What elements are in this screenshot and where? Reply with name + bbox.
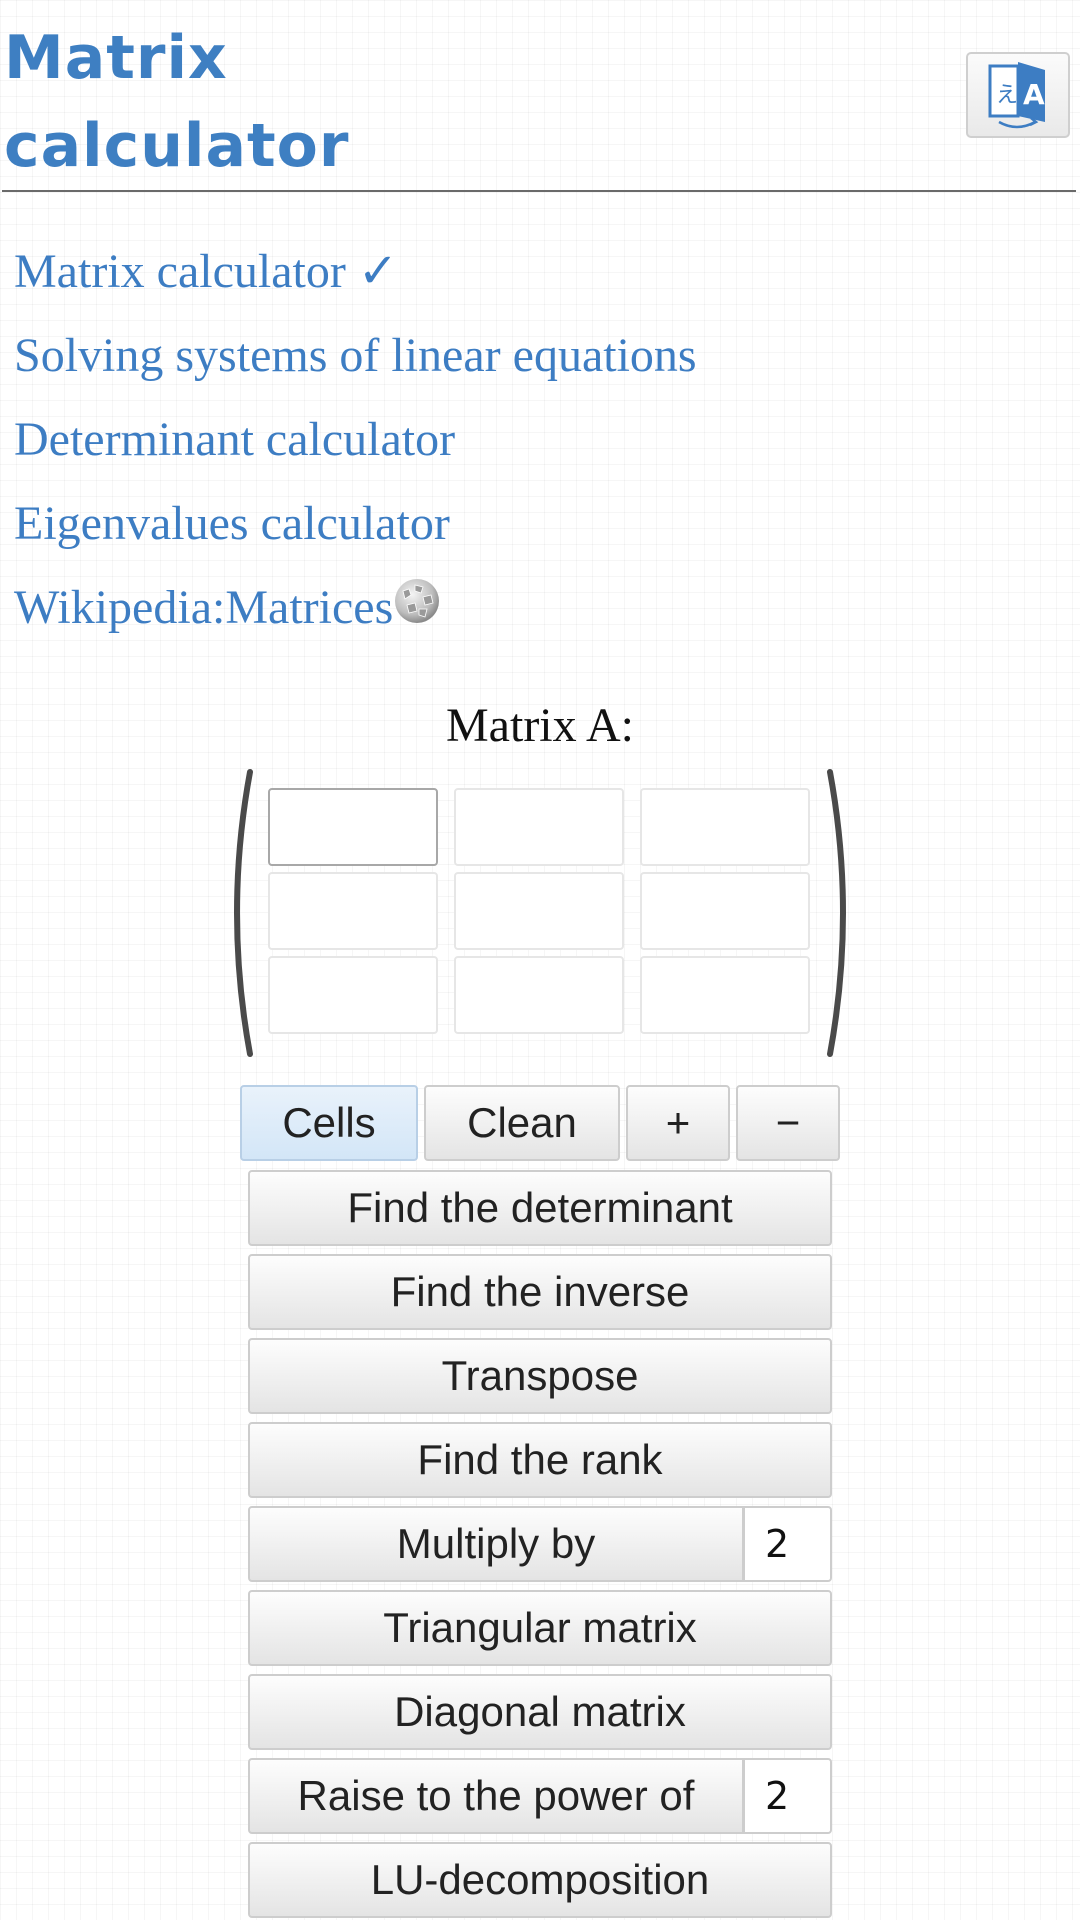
nav-link-wikipedia-label: Wikipedia:Matrices	[14, 581, 394, 634]
page: Matrix calculator え A Matrix calculator …	[0, 0, 1080, 1920]
matrix-cell[interactable]	[454, 788, 624, 866]
wikipedia-globe-icon	[393, 568, 441, 652]
matrix-cell[interactable]	[454, 956, 624, 1034]
remove-size-button[interactable]: −	[736, 1085, 840, 1161]
matrix-a	[226, 768, 854, 1058]
op-row: Multiply by 2	[248, 1506, 832, 1582]
matrix-cell[interactable]	[268, 872, 438, 950]
translate-icon: え A	[988, 62, 1045, 129]
op-row: Find the inverse	[248, 1254, 832, 1330]
diagonal-matrix-button[interactable]: Diagonal matrix	[248, 1674, 832, 1750]
cells-button[interactable]: Cells	[240, 1085, 418, 1161]
matrix-cell[interactable]	[268, 956, 438, 1034]
transpose-button[interactable]: Transpose	[248, 1338, 832, 1414]
nav-link-eigenvalues[interactable]: Eigenvalues calculator	[14, 482, 1064, 566]
title-line-1: Matrix	[4, 23, 228, 93]
matrix-cell[interactable]	[268, 788, 438, 866]
op-row: Triangular matrix	[248, 1590, 832, 1666]
page-title: Matrix calculator	[4, 14, 764, 190]
clean-button[interactable]: Clean	[424, 1085, 620, 1161]
op-row: Diagonal matrix	[248, 1674, 832, 1750]
right-parenthesis	[827, 769, 846, 1057]
op-row: Transpose	[248, 1338, 832, 1414]
matrix-cell[interactable]	[454, 872, 624, 950]
nav-link-linear-equations[interactable]: Solving systems of linear equations	[14, 314, 1064, 398]
multiply-by-button[interactable]: Multiply by	[248, 1506, 744, 1582]
matrix-cell[interactable]	[640, 956, 810, 1034]
nav-link-matrix-calculator[interactable]: Matrix calculator ✓	[14, 230, 1064, 314]
nav-links: Matrix calculator ✓ Solving systems of l…	[14, 230, 1064, 652]
find-inverse-button[interactable]: Find the inverse	[248, 1254, 832, 1330]
title-line-2: calculator	[4, 111, 350, 181]
svg-text:A: A	[1023, 78, 1045, 111]
nav-link-wikipedia[interactable]: Wikipedia:Matrices	[14, 566, 1064, 652]
nav-link-determinant[interactable]: Determinant calculator	[14, 398, 1064, 482]
multiply-factor-input[interactable]: 2	[744, 1506, 832, 1582]
op-row: Find the rank	[248, 1422, 832, 1498]
find-rank-button[interactable]: Find the rank	[248, 1422, 832, 1498]
matrix-label: Matrix A:	[446, 699, 634, 752]
triangular-matrix-button[interactable]: Triangular matrix	[248, 1590, 832, 1666]
lu-decomposition-button[interactable]: LU-decomposition	[248, 1842, 832, 1918]
op-row: Raise to the power of 2	[248, 1758, 832, 1834]
find-determinant-button[interactable]: Find the determinant	[248, 1170, 832, 1246]
op-row: Find the determinant	[248, 1170, 832, 1246]
op-row: LU-decomposition	[248, 1842, 832, 1918]
matrix-cell[interactable]	[640, 872, 810, 950]
raise-to-power-button[interactable]: Raise to the power of	[248, 1758, 744, 1834]
header: Matrix calculator え A	[0, 0, 1080, 195]
matrix-cells	[268, 788, 810, 1034]
left-parenthesis	[234, 769, 253, 1057]
language-button[interactable]: え A	[966, 52, 1070, 138]
add-size-button[interactable]: +	[626, 1085, 730, 1161]
matrix-toolbar: Cells Clean + −	[240, 1085, 840, 1161]
svg-text:え: え	[996, 83, 1018, 108]
power-exponent-input[interactable]: 2	[744, 1758, 832, 1834]
matrix-cell[interactable]	[640, 788, 810, 866]
header-divider	[2, 190, 1076, 192]
